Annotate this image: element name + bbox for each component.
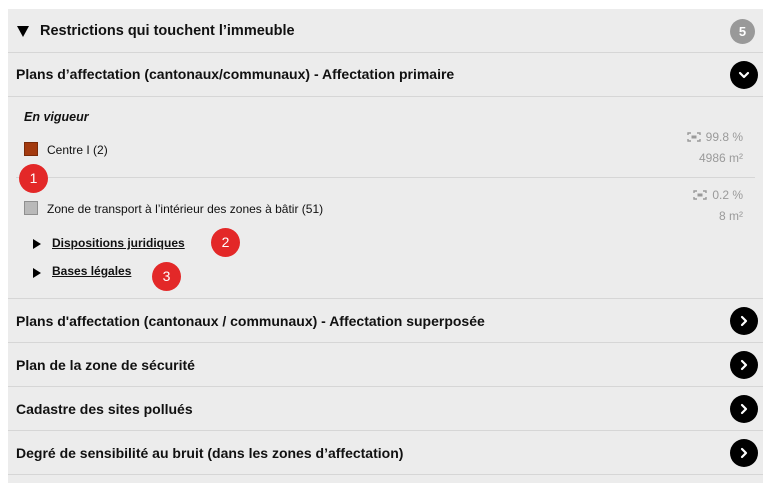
expand-button[interactable]: [730, 395, 758, 423]
legend-item-area: 4986 m²: [698, 151, 743, 165]
area-measure-icon: [686, 132, 701, 142]
legend-swatch: [24, 142, 38, 156]
section-primary-title: Plans d’affectation (cantonaux/communaux…: [16, 66, 455, 82]
section-title: Plan de la zone de sécurité: [16, 357, 195, 373]
restrictions-count-badge: 5: [730, 19, 755, 44]
expand-button[interactable]: [730, 351, 758, 379]
triangle-down-icon: [17, 26, 29, 37]
triangle-right-icon: [33, 268, 41, 278]
legend-item-label: Zone de transport à l’intérieur des zone…: [47, 202, 324, 216]
chevron-right-icon: [740, 315, 748, 327]
legend-item-percent: 99.8 %: [705, 130, 743, 144]
legend-swatch: [24, 201, 38, 215]
chevron-right-icon: [740, 403, 748, 415]
chevron-right-icon: [740, 447, 748, 459]
triangle-right-icon: [33, 239, 41, 249]
bases-legales-link[interactable]: Bases légales: [52, 264, 131, 278]
legend-item-metrics: 0.2 % 8 m²: [693, 188, 743, 223]
annotation-badge-1: 1: [19, 164, 48, 193]
status-label: En vigueur: [24, 110, 89, 124]
legend-item-metrics: 99.8 % 4986 m²: [686, 130, 743, 165]
expand-button[interactable]: [730, 439, 758, 467]
annotation-badge-3: 3: [152, 262, 181, 291]
area-measure-icon: [693, 190, 708, 200]
section-title: Cadastre des sites pollués: [16, 401, 193, 417]
collapse-button[interactable]: [730, 61, 758, 89]
section-title: Degré de sensibilité au bruit (dans les …: [16, 445, 404, 461]
chevron-down-icon: [738, 71, 750, 79]
restrictions-panel: Restrictions qui touchent l’immeuble 5 P…: [8, 9, 763, 483]
legend-item-percent: 0.2 %: [712, 188, 743, 202]
section-title: Plans d'affectation (cantonaux / communa…: [16, 313, 485, 329]
legend-item-area: 8 m²: [719, 209, 743, 223]
annotation-badge-2: 2: [211, 228, 240, 257]
legend-item-label: Centre I (2): [47, 143, 108, 157]
expand-button[interactable]: [730, 307, 758, 335]
chevron-right-icon: [740, 359, 748, 371]
restrictions-title: Restrictions qui touchent l’immeuble: [40, 23, 295, 39]
dispositions-juridiques-link[interactable]: Dispositions juridiques: [52, 236, 185, 250]
